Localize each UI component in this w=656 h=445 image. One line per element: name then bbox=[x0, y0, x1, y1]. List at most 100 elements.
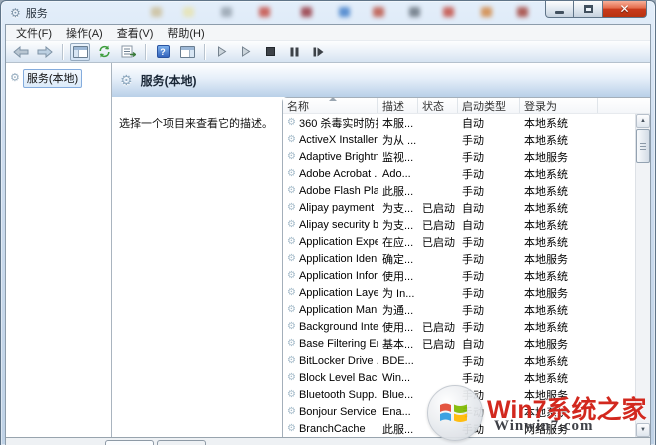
service-name-cell: ⚙Application Laye... bbox=[283, 287, 378, 299]
table-row[interactable]: ⚙Application Expe... 在应... 已启动手动 本地系统 bbox=[283, 233, 635, 250]
service-description: 为支... bbox=[382, 219, 414, 232]
service-status: 已启动 bbox=[422, 338, 455, 351]
service-description: 监视... bbox=[382, 151, 414, 164]
start-service-button[interactable] bbox=[212, 43, 232, 61]
service-name-cell: ⚙ BranchCache bbox=[283, 423, 378, 435]
service-logon-as: 本地服务 bbox=[524, 151, 568, 164]
toolbar-separator bbox=[145, 43, 146, 60]
close-button[interactable]: ✕ bbox=[602, 1, 647, 18]
start-icon bbox=[218, 46, 227, 57]
blurred-background-icons bbox=[151, 5, 551, 19]
table-row[interactable]: ⚙ BitLocker Drive ... BDE... 手动 本地系统 bbox=[283, 352, 635, 369]
service-logon-as: 本地系统 bbox=[524, 168, 568, 181]
table-row[interactable]: ⚙Alipay security b... 为支... 已启动自动 本地系统 bbox=[283, 216, 635, 233]
service-name: Bonjour Service bbox=[298, 405, 377, 418]
service-startup-type: 手动 bbox=[462, 168, 484, 181]
scroll-down-button[interactable]: ▼ bbox=[636, 423, 650, 437]
window-controls: ✕ bbox=[545, 1, 647, 18]
tree-item-services-local[interactable]: ⚙ 服务(本地) bbox=[10, 69, 83, 88]
column-header-logon-as[interactable]: 登录为 bbox=[520, 98, 598, 113]
table-row[interactable]: ⚙ Alipay payment ... 为支... 已启动 自动 本地系统 bbox=[283, 199, 635, 216]
services-window: ⚙ 服务 ✕ 文件(F) 操作(A) 查看(V) 帮助(H) ? ⚙ 服务(本地… bbox=[0, 0, 656, 445]
maximize-button[interactable] bbox=[574, 1, 602, 18]
table-row[interactable]: ⚙ Adobe Acrobat ... Ado... 手动 本地系统 bbox=[283, 165, 635, 182]
column-header-description[interactable]: 描述 bbox=[378, 98, 418, 113]
refresh-button[interactable] bbox=[94, 43, 114, 61]
back-button[interactable] bbox=[11, 43, 31, 61]
service-logon-as: 本地系统 bbox=[524, 185, 568, 198]
table-row[interactable]: ⚙Adobe Flash Pla... 此服... 手动 本地系统 bbox=[283, 182, 635, 199]
show-action-pane-button[interactable] bbox=[177, 43, 197, 61]
scroll-up-button[interactable]: ▲ bbox=[636, 114, 650, 128]
service-startup-type: 手动 bbox=[462, 287, 484, 300]
service-name: Alipay payment ... bbox=[298, 201, 378, 214]
service-name: BitLocker Drive ... bbox=[298, 354, 378, 367]
pause-service-button[interactable] bbox=[284, 43, 304, 61]
restart-service-button[interactable] bbox=[308, 43, 328, 61]
forward-button[interactable] bbox=[35, 43, 55, 61]
action-pane-icon bbox=[179, 45, 195, 58]
service-gear-icon: ⚙ bbox=[287, 201, 296, 213]
service-gear-icon: ⚙ bbox=[287, 252, 296, 264]
service-status: 已启动 bbox=[422, 202, 455, 215]
service-status: 已启动 bbox=[422, 236, 455, 249]
column-header-startup-type[interactable]: 启动类型 bbox=[458, 98, 520, 113]
table-row[interactable]: ⚙ BranchCache 此服... 手动 网络服务 bbox=[283, 420, 635, 437]
export-list-button[interactable] bbox=[118, 43, 138, 61]
service-logon-as: 本地系统 bbox=[524, 406, 568, 419]
service-name: Background Inte... bbox=[298, 320, 378, 333]
service-logon-as: 本地服务 bbox=[524, 338, 568, 351]
service-gear-icon: ⚙ bbox=[287, 303, 296, 315]
service-name: Adobe Flash Pla... bbox=[298, 184, 378, 197]
bottom-tab[interactable] bbox=[157, 440, 206, 445]
scroll-up-icon: ▲ bbox=[640, 118, 646, 124]
titlebar[interactable]: ⚙ 服务 ✕ bbox=[1, 1, 655, 24]
service-startup-type: 手动 bbox=[462, 423, 484, 436]
table-row[interactable]: ⚙ Bonjour Service Ena... 手动 本地系统 bbox=[283, 403, 635, 420]
show-console-tree-button[interactable] bbox=[70, 42, 90, 61]
service-startup-type: 自动 bbox=[462, 219, 484, 232]
service-name: Application Man... bbox=[298, 303, 378, 316]
menu-view[interactable]: 查看(V) bbox=[110, 24, 161, 42]
service-name-cell: ⚙Application Expe... bbox=[283, 236, 378, 248]
table-row[interactable]: ⚙Background Inte... 使用... 已启动手动 本地系统 bbox=[283, 318, 635, 335]
menu-action[interactable]: 操作(A) bbox=[59, 24, 110, 42]
table-row[interactable]: ⚙Block Level Back... Win... 手动 本地系统 bbox=[283, 369, 635, 386]
table-row[interactable]: ⚙360 杀毒实时防护... 本服... 自动 本地系统 bbox=[283, 114, 635, 131]
scrollbar-thumb[interactable] bbox=[636, 129, 650, 163]
service-gear-icon: ⚙ bbox=[287, 133, 296, 145]
service-name: Application Laye... bbox=[298, 286, 378, 299]
service-name: Adaptive Brightn... bbox=[298, 150, 378, 163]
vertical-scrollbar[interactable]: ▲ ▼ bbox=[635, 114, 650, 437]
menu-file[interactable]: 文件(F) bbox=[9, 24, 59, 42]
table-row[interactable]: ⚙Adaptive Brightn... 监视... 手动 本地服务 bbox=[283, 148, 635, 165]
service-description: 为通... bbox=[382, 304, 414, 317]
table-row[interactable]: ⚙ActiveX Installer ... 为从 ... 手动 本地系统 bbox=[283, 131, 635, 148]
table-row[interactable]: ⚙ Application Iden... 确定... 手动 本地服务 bbox=[283, 250, 635, 267]
service-description: Ena... bbox=[382, 405, 411, 418]
service-name-cell: ⚙Background Inte... bbox=[283, 321, 378, 333]
bottom-tab[interactable] bbox=[105, 440, 154, 445]
service-startup-type: 手动 bbox=[462, 134, 484, 147]
column-header-name[interactable]: 名称 bbox=[283, 97, 378, 113]
minimize-button[interactable] bbox=[545, 1, 574, 18]
stop-service-button[interactable] bbox=[260, 43, 280, 61]
column-header-status[interactable]: 状态 bbox=[418, 98, 458, 113]
scrollbar-track[interactable] bbox=[636, 163, 650, 423]
table-row[interactable]: ⚙ Application Man... 为通... 手动 本地系统 bbox=[283, 301, 635, 318]
service-logon-as: 网络服务 bbox=[524, 423, 568, 436]
service-description: BDE... bbox=[382, 354, 414, 367]
main-pane: ⚙ 服务(本地) 选择一个项目来查看它的描述。 名称 描述 状态 启动类型 登录… bbox=[112, 63, 650, 437]
service-logon-as: 本地系统 bbox=[524, 117, 568, 130]
resume-service-button[interactable] bbox=[236, 43, 256, 61]
service-name: ActiveX Installer ... bbox=[298, 133, 378, 146]
menu-help[interactable]: 帮助(H) bbox=[160, 24, 211, 42]
service-startup-type: 手动 bbox=[462, 236, 484, 249]
table-row[interactable]: ⚙Application Laye... 为 In... 手动 本地服务 bbox=[283, 284, 635, 301]
help-button[interactable]: ? bbox=[153, 43, 173, 61]
table-row[interactable]: ⚙ Application Infor... 使用... 手动 本地系统 bbox=[283, 267, 635, 284]
table-row[interactable]: ⚙ Bluetooth Supp... Blue... 手动 本地服务 bbox=[283, 386, 635, 403]
description-hint: 选择一个项目来查看它的描述。 bbox=[112, 97, 282, 437]
table-row[interactable]: ⚙Base Filtering En... 基本... 已启动自动 本地服务 bbox=[283, 335, 635, 352]
service-gear-icon: ⚙ bbox=[287, 388, 296, 400]
